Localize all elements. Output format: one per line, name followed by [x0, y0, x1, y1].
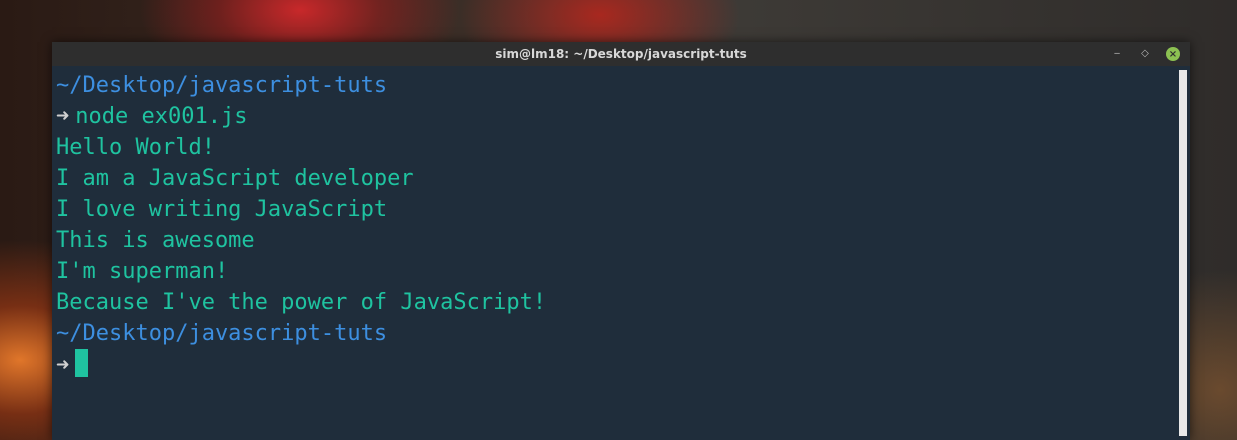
- output-line: This is awesome: [56, 228, 255, 253]
- output-line: I'm superman!: [56, 259, 229, 284]
- output-line: I am a JavaScript developer: [56, 166, 414, 191]
- text-cursor: [75, 349, 89, 377]
- command-text: node ex001.js: [75, 104, 248, 129]
- output-line: Because I've the power of JavaScript!: [56, 290, 547, 315]
- terminal-window: sim@lm18: ~/Desktop/javascript-tuts ‒ ◇ …: [52, 42, 1190, 440]
- scrollbar[interactable]: [1176, 66, 1190, 440]
- terminal-output[interactable]: ~/Desktop/javascript-tuts ➜ node ex001.js…: [52, 66, 1176, 440]
- window-title: sim@lm18: ~/Desktop/javascript-tuts: [495, 47, 747, 61]
- prompt-path: ~/Desktop/javascript-tuts: [56, 73, 388, 98]
- close-icon[interactable]: ×: [1166, 47, 1180, 61]
- title-bar[interactable]: sim@lm18: ~/Desktop/javascript-tuts ‒ ◇ …: [52, 42, 1190, 66]
- output-line: Hello World!: [56, 135, 215, 160]
- maximize-icon[interactable]: ◇: [1138, 42, 1152, 66]
- prompt-arrow-icon: ➜: [56, 353, 70, 378]
- prompt-path: ~/Desktop/javascript-tuts: [56, 321, 388, 346]
- window-controls: ‒ ◇ ×: [1110, 42, 1180, 66]
- prompt-arrow-icon: ➜: [56, 104, 70, 129]
- output-line: I love writing JavaScript: [56, 197, 388, 222]
- command-line: ➜ node ex001.js: [56, 101, 1176, 132]
- minimize-icon[interactable]: ‒: [1110, 42, 1124, 66]
- scrollbar-thumb[interactable]: [1179, 70, 1187, 436]
- input-line[interactable]: ➜: [56, 349, 1176, 380]
